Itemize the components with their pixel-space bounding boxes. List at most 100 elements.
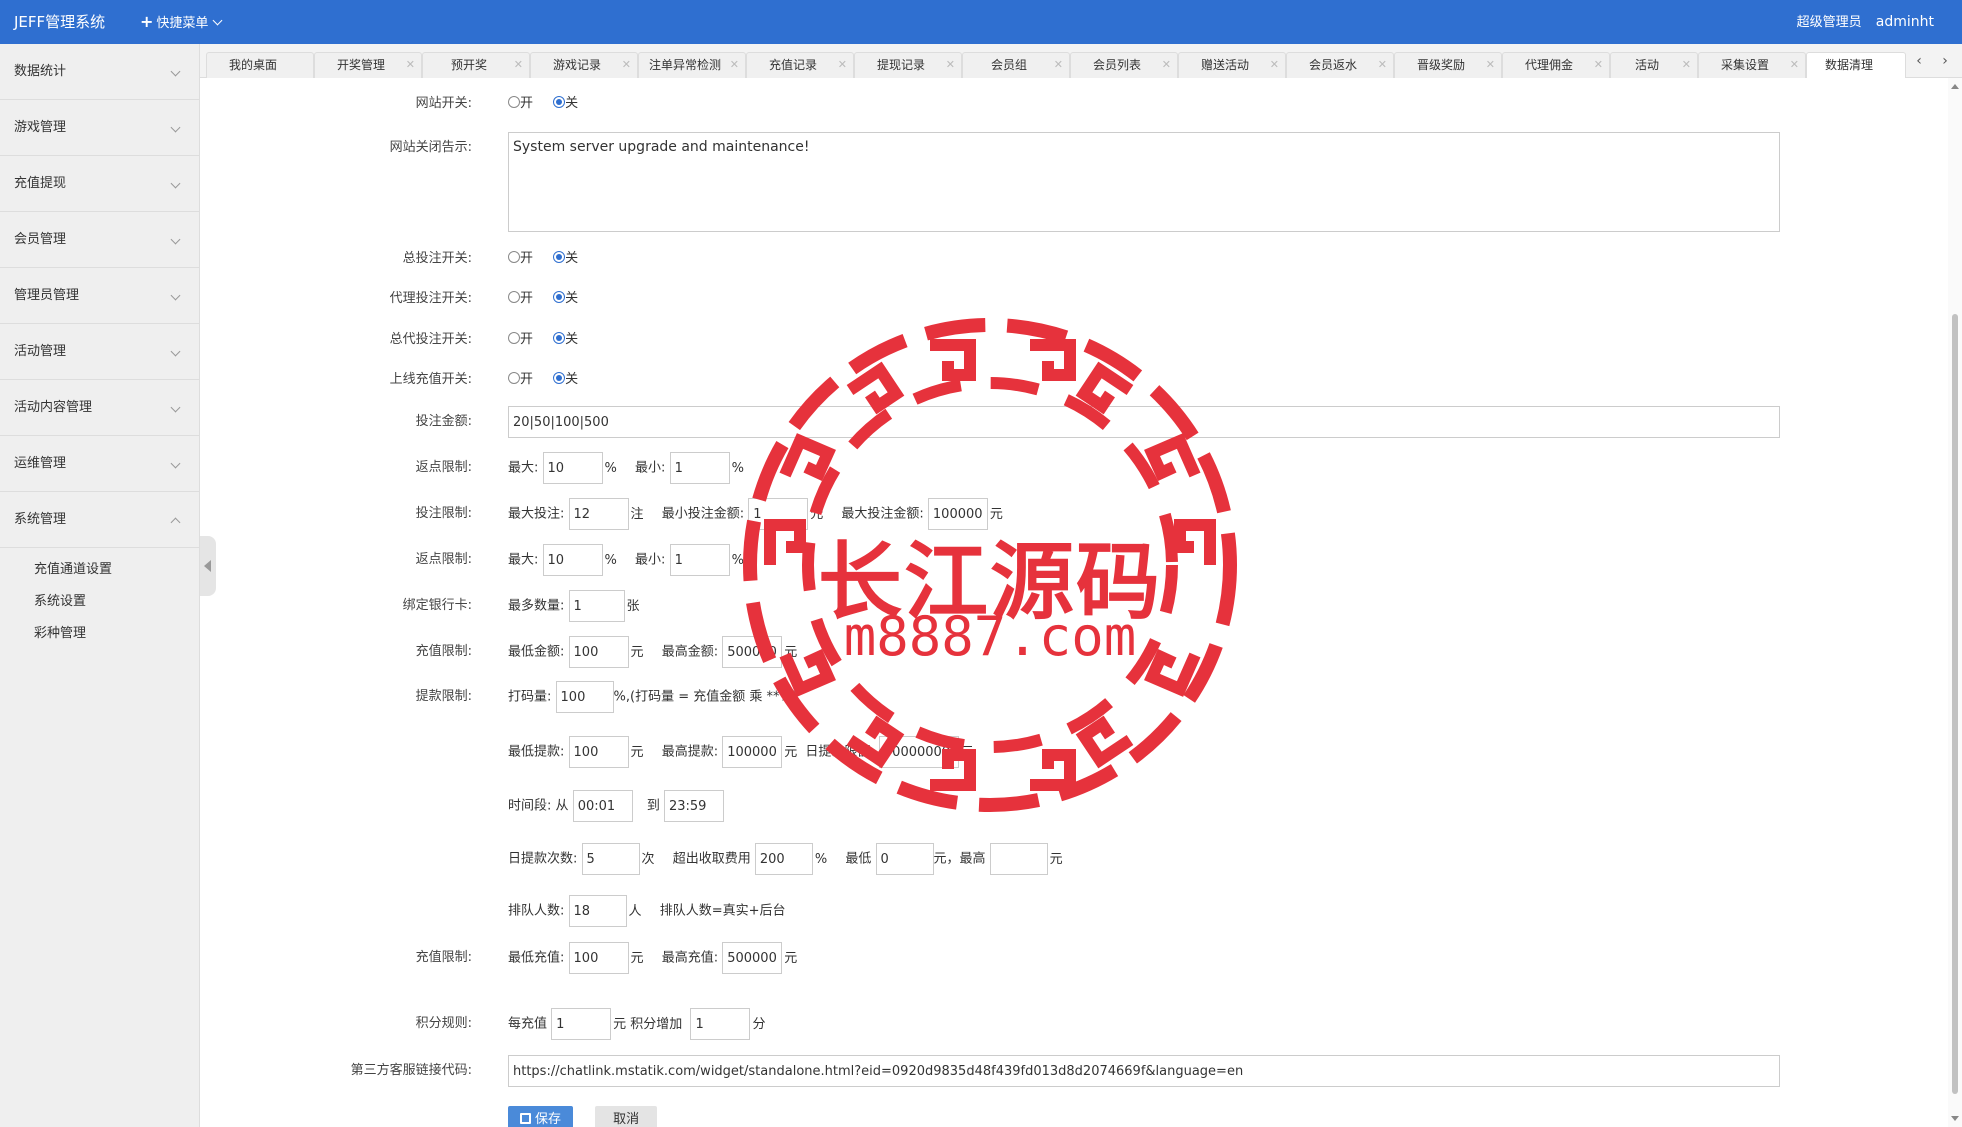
tab-member-rebate[interactable]: 会员返水 ✕ — [1286, 52, 1394, 78]
points-per-input[interactable] — [551, 1008, 612, 1040]
withdraw-max-input[interactable] — [722, 736, 783, 768]
sidebar-subitem-recharge-channel[interactable]: 充值通道设置 — [0, 554, 199, 586]
time-from-input[interactable] — [572, 790, 633, 822]
tab-prev-button[interactable]: ‹ — [1906, 50, 1932, 74]
fee-input[interactable] — [754, 843, 813, 875]
queue-input[interactable] — [568, 895, 627, 927]
tab-gift-activity[interactable]: 赠送活动 ✕ — [1178, 52, 1286, 78]
cancel-button[interactable]: 取消 — [595, 1105, 658, 1127]
tab-next-button[interactable]: › — [1932, 50, 1958, 74]
max-bets-input[interactable] — [568, 498, 629, 530]
fee-max-input[interactable] — [989, 843, 1048, 875]
online-recharge-on-radio[interactable] — [508, 372, 520, 384]
tab-promotion-rewards[interactable]: 晋级奖励 ✕ — [1394, 52, 1502, 78]
tab-pre-draw[interactable]: 预开奖 ✕ — [422, 52, 530, 78]
quick-menu-button[interactable]: + 快捷菜单 — [140, 0, 223, 46]
rebate-min-input[interactable] — [669, 452, 730, 484]
fee-min-input[interactable] — [875, 843, 934, 875]
close-icon[interactable]: ✕ — [1486, 53, 1495, 77]
sidebar-item-system-management[interactable]: 系统管理 — [0, 492, 199, 548]
close-icon[interactable]: ✕ — [406, 53, 415, 77]
rebate-max-input-2[interactable] — [542, 544, 603, 576]
close-icon[interactable]: ✕ — [622, 53, 631, 77]
max-amount-label: 最高金额: — [661, 644, 719, 660]
scroll-up-icon[interactable] — [1951, 84, 1959, 89]
tab-member-groups[interactable]: 会员组 ✕ — [962, 52, 1070, 78]
site-switch-on-radio[interactable] — [508, 96, 520, 108]
daily-withdraw-limit-input[interactable] — [878, 736, 959, 768]
sidebar-item-activity-content[interactable]: 活动内容管理 — [0, 380, 199, 436]
field-label: 充值限制: — [415, 950, 472, 965]
sidebar-subitem-lottery-types[interactable]: 彩种管理 — [0, 618, 199, 650]
sidebar-item-activity-management[interactable]: 活动管理 — [0, 324, 199, 380]
sidebar-subitem-system-settings[interactable]: 系统设置 — [0, 586, 199, 618]
close-icon[interactable]: ✕ — [1162, 53, 1171, 77]
general-agent-bet-on-radio[interactable] — [508, 332, 520, 344]
scroll-thumb[interactable] — [1952, 314, 1958, 1094]
sidebar-item-game-management[interactable]: 游戏管理 — [0, 100, 199, 156]
rebate-min-input-2[interactable] — [669, 544, 730, 576]
recharge-min-input[interactable] — [568, 636, 629, 668]
tab-activities[interactable]: 活动 ✕ — [1610, 52, 1698, 78]
sidebar-item-member-management[interactable]: 会员管理 — [0, 212, 199, 268]
total-bet-on-radio[interactable] — [508, 251, 520, 263]
tab-agent-commission[interactable]: 代理佣金 ✕ — [1502, 52, 1610, 78]
close-icon[interactable]: ✕ — [1054, 53, 1063, 77]
time-to-input[interactable] — [663, 790, 724, 822]
tab-recharge-records[interactable]: 充值记录 ✕ — [746, 52, 854, 78]
row-site-switch: 网站开关: 开 关 — [200, 88, 1948, 120]
save-button[interactable]: 保存 — [508, 1105, 574, 1127]
close-icon[interactable]: ✕ — [1790, 53, 1799, 77]
points-add-input[interactable] — [690, 1008, 751, 1040]
close-icon[interactable]: ✕ — [730, 53, 739, 77]
support-link-input[interactable] — [508, 1055, 1780, 1087]
radio-label: 关 — [565, 96, 579, 111]
yuan-unit: 元 — [630, 950, 644, 966]
radio-label: 开 — [520, 372, 534, 387]
close-notice-textarea[interactable]: System server upgrade and maintenance! — [508, 132, 1780, 232]
close-icon[interactable]: ✕ — [1270, 53, 1279, 77]
daily-count-input[interactable] — [581, 843, 640, 875]
online-recharge-off-radio[interactable] — [553, 372, 566, 384]
rebate-max-input[interactable] — [542, 452, 603, 484]
tab-draw-management[interactable]: 开奖管理 ✕ — [314, 52, 422, 78]
site-switch-off-radio[interactable] — [553, 96, 566, 108]
max-bet-amount-input[interactable] — [927, 498, 988, 530]
sidebar-item-recharge-withdraw[interactable]: 充值提现 — [0, 156, 199, 212]
user-menu[interactable]: 超级管理员 adminht — [1797, 0, 1934, 45]
agent-bet-on-radio[interactable] — [508, 291, 520, 303]
yuan-unit: 元 — [784, 644, 798, 660]
min-bet-amount-input[interactable] — [748, 498, 809, 530]
tab-bet-anomaly[interactable]: 注单异常检测 ✕ — [638, 52, 746, 78]
turnover-input[interactable] — [555, 681, 614, 713]
tab-collection-settings[interactable]: 采集设置 ✕ — [1698, 52, 1806, 78]
close-icon[interactable]: ✕ — [1682, 53, 1691, 77]
tab-my-desktop[interactable]: 我的桌面 — [206, 52, 314, 78]
close-icon[interactable]: ✕ — [946, 53, 955, 77]
withdraw-min-input[interactable] — [568, 736, 629, 768]
agent-bet-off-radio[interactable] — [553, 291, 566, 303]
general-agent-bet-off-radio[interactable] — [553, 332, 566, 344]
total-bet-off-radio[interactable] — [553, 251, 566, 263]
sidebar-item-admin-management[interactable]: 管理员管理 — [0, 268, 199, 324]
tab-data-cleanup[interactable]: 数据清理 — [1806, 52, 1906, 78]
vertical-scrollbar[interactable] — [1948, 78, 1962, 1127]
tab-member-list[interactable]: 会员列表 ✕ — [1070, 52, 1178, 78]
tab-label: 会员列表 — [1092, 58, 1141, 72]
close-icon[interactable]: ✕ — [514, 53, 523, 77]
tab-game-records[interactable]: 游戏记录 ✕ — [530, 52, 638, 78]
sidebar-item-data-stats[interactable]: 数据统计 — [0, 44, 199, 100]
bank-card-max-input[interactable] — [568, 590, 625, 622]
recharge-max-input-2[interactable] — [722, 942, 783, 974]
close-icon[interactable]: ✕ — [1594, 53, 1603, 77]
sidebar-item-ops-management[interactable]: 运维管理 — [0, 436, 199, 492]
close-icon[interactable]: ✕ — [838, 53, 847, 77]
close-icon[interactable]: ✕ — [1378, 53, 1387, 77]
recharge-min-input-2[interactable] — [568, 942, 629, 974]
bet-amount-input[interactable] — [508, 406, 1780, 438]
per-recharge-label: 每充值 — [508, 1016, 548, 1032]
scroll-down-icon[interactable] — [1951, 1116, 1959, 1121]
recharge-max-input[interactable] — [722, 636, 783, 668]
tab-withdraw-records[interactable]: 提现记录 ✕ — [854, 52, 962, 78]
chevron-down-icon — [170, 66, 181, 77]
